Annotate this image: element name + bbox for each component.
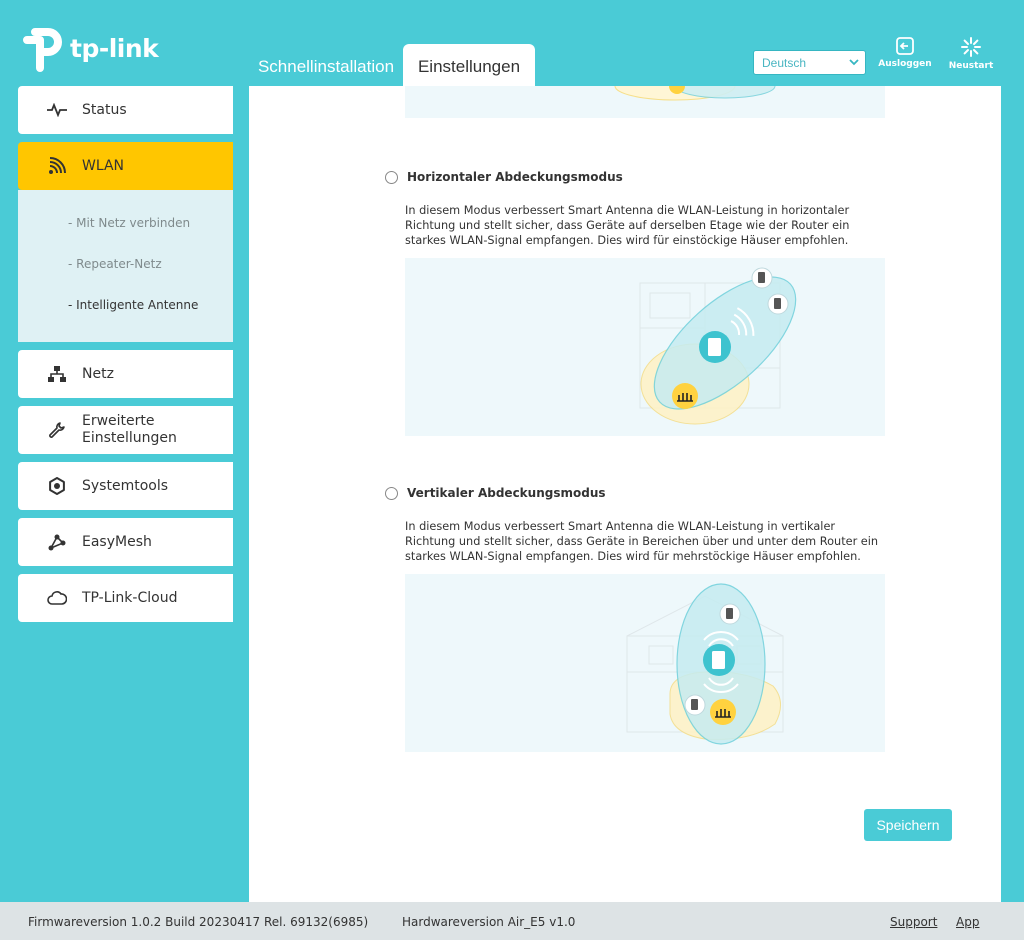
vertical-mode-radio-row[interactable]: Vertikaler Abdeckungsmodus [385, 486, 885, 500]
vertical-mode-description: In diesem Modus verbessert Smart Antenna… [405, 520, 879, 563]
footer: Firmwareversion 1.0.2 Build 20230417 Rel… [0, 902, 1024, 940]
restart-button[interactable]: Neustart [943, 36, 999, 71]
vertical-mode-radio[interactable] [385, 486, 398, 500]
horizontal-mode-title: Horizontaler Abdeckungsmodus [407, 170, 623, 184]
wlan-submenu: - Mit Netz verbinden - Repeater-Netz - I… [18, 190, 233, 342]
sidebar-item-easymesh[interactable]: EasyMesh [18, 518, 233, 566]
horizontal-mode-illustration [405, 258, 885, 436]
horizontal-mode-radio[interactable] [385, 170, 398, 184]
horizontal-mode-radio-row[interactable]: Horizontaler Abdeckungsmodus [385, 170, 885, 184]
sidebar-item-wlan[interactable]: WLAN [18, 142, 233, 190]
submenu-item-connect[interactable]: - Mit Netz verbinden [18, 216, 233, 257]
tab-settings[interactable]: Einstellungen [403, 44, 535, 86]
sidebar-item-label: EasyMesh [82, 534, 152, 550]
sidebar-item-systemtools[interactable]: Systemtools [18, 462, 233, 510]
sidebar-item-label: Systemtools [82, 478, 169, 494]
restart-icon [961, 37, 981, 57]
vertical-mode-title: Vertikaler Abdeckungsmodus [407, 486, 606, 500]
logo-text: tp-link [70, 33, 159, 63]
previous-mode-illustration [405, 86, 885, 118]
network-icon [46, 363, 68, 385]
tp-link-logo-icon [23, 28, 62, 72]
tp-link-logo: tp-link [18, 24, 159, 72]
save-button[interactable]: Speichern [864, 809, 952, 841]
horizontal-mode-description: In diesem Modus verbessert Smart Antenna… [405, 204, 850, 247]
logout-button[interactable]: Ausloggen [877, 36, 933, 69]
hardware-version: Hardwareversion Air_E5 v1.0 [402, 915, 576, 929]
wrench-icon [46, 419, 68, 441]
pulse-icon [46, 99, 68, 121]
restart-label: Neustart [948, 61, 994, 71]
vertical-mode-option: Vertikaler Abdeckungsmodus In diesem Mod… [385, 486, 885, 752]
tab-quick-setup[interactable]: Schnellinstallation [250, 44, 402, 86]
vertical-mode-illustration [405, 574, 885, 752]
sidebar-item-label: Status [82, 102, 127, 118]
app-link[interactable]: App [956, 915, 979, 929]
sidebar-item-label: Erweiterte Einstellungen [82, 413, 177, 446]
wifi-icon [46, 155, 68, 177]
language-selected: Deutsch [762, 55, 807, 70]
sidebar-item-cloud[interactable]: TP-Link-Cloud [18, 574, 233, 622]
submenu-item-smart-antenna[interactable]: - Intelligente Antenne [18, 298, 233, 339]
support-link[interactable]: Support [890, 915, 937, 929]
submenu-item-repeater[interactable]: - Repeater-Netz [18, 257, 233, 298]
language-select[interactable]: Deutsch [753, 50, 866, 75]
cloud-icon [46, 587, 68, 609]
main-panel: Horizontaler Abdeckungsmodus In diesem M… [249, 86, 1001, 902]
sidebar-item-network[interactable]: Netz [18, 350, 233, 398]
sidebar-item-status[interactable]: Status [18, 86, 233, 134]
sidebar-item-label: WLAN [82, 158, 125, 174]
sidebar-item-label: TP-Link-Cloud [82, 590, 178, 606]
sidebar: Status WLAN - Mit Netz verbinden - Repea… [18, 86, 233, 630]
logout-label: Ausloggen [878, 59, 932, 69]
sidebar-item-label: Netz [82, 366, 114, 382]
logout-icon [896, 37, 914, 55]
sidebar-item-advanced[interactable]: Erweiterte Einstellungen [18, 406, 233, 454]
firmware-version: Firmwareversion 1.0.2 Build 20230417 Rel… [28, 915, 369, 929]
chevron-down-icon [849, 59, 859, 66]
mesh-icon [46, 531, 68, 553]
gear-icon [46, 475, 68, 497]
horizontal-mode-option: Horizontaler Abdeckungsmodus In diesem M… [385, 170, 885, 436]
